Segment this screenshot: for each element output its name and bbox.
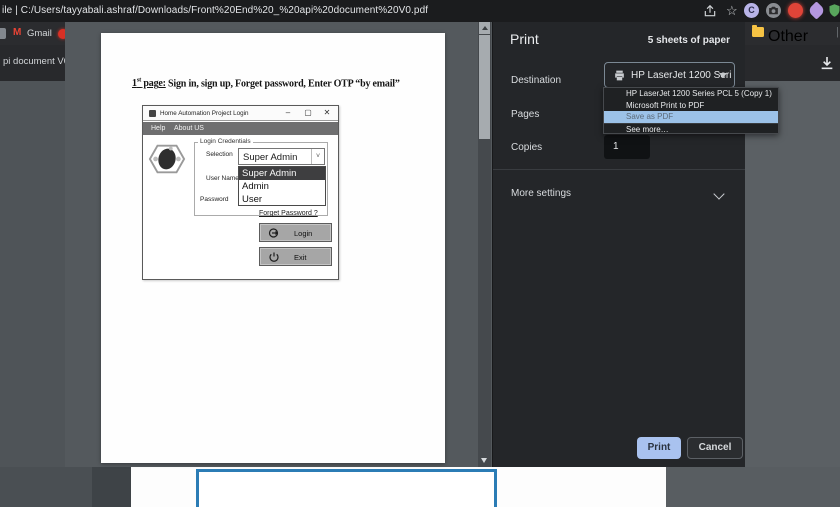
scroll-down-arrow[interactable]: [481, 458, 487, 463]
destination-select[interactable]: HP LaserJet 1200 Seri: [604, 62, 735, 88]
destination-value: HP LaserJet 1200 Seri: [631, 70, 731, 81]
option-super-admin: Super Admin: [239, 167, 325, 180]
option-admin: Admin: [239, 180, 325, 193]
print-dialog-title: Print: [510, 31, 539, 47]
menu-item-save-as-pdf[interactable]: Save as PDF: [604, 111, 778, 123]
star-icon[interactable]: ☆: [726, 4, 740, 18]
power-icon: [268, 251, 280, 263]
folder-icon: [752, 27, 764, 37]
download-icon[interactable]: [819, 55, 835, 71]
login-window-title: Home Automation Project Login: [160, 110, 249, 117]
maximize-icon: ▢: [302, 108, 314, 117]
printer-icon: [613, 69, 626, 82]
bookmarks-separator: |: [836, 26, 839, 38]
destination-label: Destination: [511, 75, 561, 86]
app-icon: [149, 110, 156, 117]
record-extension-icon[interactable]: [788, 3, 803, 18]
print-button[interactable]: Print: [637, 437, 681, 459]
selection-label: Selection: [206, 151, 233, 158]
selection-dropdown: Super Admin ˅: [238, 148, 325, 165]
login-window-titlebar: Home Automation Project Login – ▢ ✕: [143, 106, 338, 121]
pages-label: Pages: [511, 109, 539, 120]
menu-item-see-more[interactable]: See more…: [604, 123, 778, 135]
preview-scrollbar[interactable]: [478, 22, 491, 467]
menu-about-us: About US: [174, 125, 204, 132]
destination-menu: HP LaserJet 1200 Series PCL 5 (Copy 1) M…: [603, 87, 779, 134]
pen-extension-icon[interactable]: [807, 1, 825, 19]
blue-outlined-box: [196, 469, 497, 507]
cancel-button[interactable]: Cancel: [687, 437, 743, 459]
selection-value: Super Admin: [243, 152, 297, 163]
gmail-icon: M: [13, 27, 21, 38]
sheets-count: 5 sheets of paper: [648, 35, 730, 46]
close-icon: ✕: [321, 108, 333, 117]
pdf-gap-strip: [92, 467, 131, 507]
minimize-icon: –: [282, 108, 294, 117]
pdf-doc-title: pi document V0: [3, 56, 69, 67]
address-bar: ile | C:/Users/tayyabali.ashraf/Download…: [0, 0, 840, 22]
password-label: Password: [200, 196, 229, 203]
username-label: User Name: [206, 175, 239, 182]
document-heading: 1st page: Sign in, sign up, Forget passw…: [132, 77, 400, 89]
pdf-viewer-background-right: [666, 467, 840, 507]
extension-c-icon[interactable]: C: [744, 3, 759, 18]
pdf-viewer-background: [745, 81, 840, 467]
login-window-menubar: Help About US: [143, 122, 338, 135]
menu-help: Help: [151, 125, 165, 132]
shield-extension-icon[interactable]: [827, 3, 840, 17]
exit-button-figure: Exit: [259, 247, 332, 266]
scrollbar-thumb[interactable]: [479, 35, 490, 139]
bookmark-cut-icon[interactable]: [0, 28, 6, 39]
login-credentials-label: Login Credentials: [198, 138, 253, 145]
menu-item-microsoft-print[interactable]: Microsoft Print to PDF: [604, 100, 778, 112]
login-arrow-icon: [268, 227, 280, 239]
pdf-page-behind: [131, 467, 666, 507]
login-button-label: Login: [294, 229, 312, 238]
more-settings-toggle[interactable]: More settings: [511, 188, 571, 199]
forget-password-link: Forget Password ?: [259, 210, 318, 217]
hexagon-logo-icon: [148, 140, 186, 178]
exit-button-label: Exit: [294, 253, 307, 262]
login-button-figure: Login: [259, 223, 332, 242]
chevron-down-icon[interactable]: [713, 188, 724, 199]
caret-down-icon: [719, 73, 727, 78]
copies-input[interactable]: 1: [604, 135, 650, 159]
scroll-up-button[interactable]: [479, 22, 490, 34]
url-text[interactable]: ile | C:/Users/tayyabali.ashraf/Download…: [2, 5, 428, 16]
divider: [493, 169, 745, 170]
option-user: User: [239, 193, 325, 206]
share-icon[interactable]: [703, 4, 717, 18]
login-window-figure: Home Automation Project Login – ▢ ✕ Help…: [142, 105, 339, 280]
dropdown-arrow-icon: ˅: [311, 149, 324, 164]
camera-extension-icon[interactable]: [766, 3, 781, 18]
preview-page: 1st page: Sign in, sign up, Forget passw…: [101, 33, 445, 463]
copies-label: Copies: [511, 142, 542, 153]
selection-options-list: Super Admin Admin User: [238, 166, 326, 206]
bookmark-gmail[interactable]: Gmail: [27, 28, 52, 39]
pdf-sidebar-strip: [0, 467, 92, 507]
menu-item-hp-laserjet[interactable]: HP LaserJet 1200 Series PCL 5 (Copy 1): [604, 88, 778, 100]
